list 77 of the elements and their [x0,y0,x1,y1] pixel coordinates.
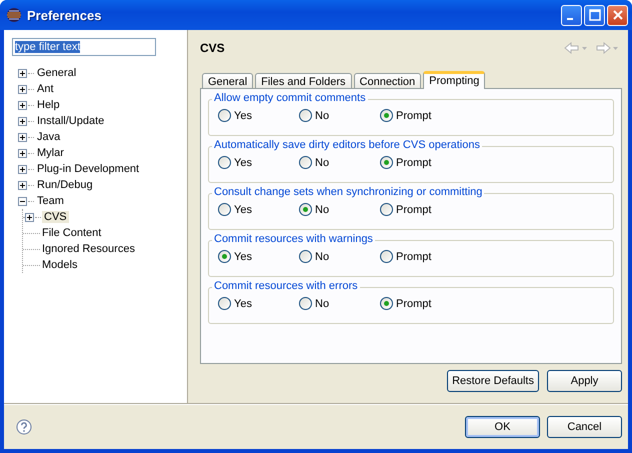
radio-button[interactable] [299,297,312,310]
tree-item[interactable]: Ignored Resources [40,243,137,255]
radio-label[interactable]: No [315,110,330,122]
dialog-button[interactable]: OK [465,416,540,438]
minimize-button[interactable] [561,4,582,26]
window-title: Preferences [27,8,102,22]
close-icon [612,9,624,21]
radio-label[interactable]: Prompt [396,204,432,216]
dialog-button[interactable]: Cancel [547,416,622,438]
filter-field[interactable]: type filter text [12,38,156,56]
radio-label[interactable]: No [315,250,330,262]
tree-item[interactable]: Run/Debug [35,179,95,191]
expand-icon[interactable] [18,148,27,158]
radio-label[interactable]: Prompt [396,156,432,168]
expand-icon[interactable] [18,116,27,126]
tree-item[interactable]: CVS [42,211,69,223]
tree-item[interactable]: Java [35,131,62,143]
tree-item[interactable]: Help [35,99,62,111]
radio-label[interactable]: Yes [234,250,252,262]
radio-button[interactable] [380,109,393,122]
radio-button[interactable] [299,156,312,169]
page-title: CVS [200,41,226,55]
radio-label[interactable]: No [315,298,330,310]
radio-button[interactable] [299,203,312,216]
tree-item[interactable]: Install/Update [35,115,106,127]
radio-label[interactable]: Prompt [396,250,432,262]
expand-icon[interactable] [18,84,27,94]
radio-label[interactable]: No [315,156,330,168]
expand-icon[interactable] [18,180,27,190]
group-title: Allow empty commit comments [212,92,368,104]
tree-item[interactable]: General [35,67,78,79]
radio-label[interactable]: Yes [234,156,252,168]
help-icon[interactable] [16,419,32,435]
expand-icon[interactable] [18,164,27,174]
radio-button[interactable] [380,297,393,310]
maximize-button[interactable] [584,4,605,26]
radio-label[interactable]: Prompt [396,110,432,122]
radio-button[interactable] [218,297,231,310]
tab[interactable]: Connection [354,73,422,88]
radio-button[interactable] [380,250,393,263]
radio-button[interactable] [380,203,393,216]
radio-button[interactable] [299,250,312,263]
radio-label[interactable]: Yes [234,298,252,310]
tree-item[interactable]: Plug-in Development [35,163,142,175]
radio-button[interactable] [218,109,231,122]
expand-icon[interactable] [18,68,27,78]
expand-icon[interactable] [18,132,27,142]
radio-label[interactable]: Yes [234,204,252,216]
radio-label[interactable]: Yes [234,110,252,122]
radio-button[interactable] [299,109,312,122]
radio-button[interactable] [218,250,231,263]
tree-item[interactable]: File Content [40,227,104,239]
minimize-icon [567,18,573,20]
app-icon [6,7,22,23]
expand-icon[interactable] [25,212,34,222]
maximize-icon [588,9,600,21]
radio-label[interactable]: Prompt [396,298,432,310]
radio-button[interactable] [380,156,393,169]
group-title: Commit resources with errors [212,280,360,292]
page-button[interactable]: Apply [547,370,622,392]
tab[interactable]: General [202,73,254,88]
tab[interactable]: Prompting [423,71,486,89]
tab[interactable]: Files and Folders [255,73,352,88]
tree-item[interactable]: Models [40,259,80,271]
expand-icon[interactable] [18,100,27,110]
tree-item[interactable]: Team [35,195,66,207]
tree-item[interactable]: Ant [35,83,56,95]
collapse-icon[interactable] [18,196,27,206]
radio-button[interactable] [218,156,231,169]
close-button[interactable] [607,4,628,26]
tree-item[interactable]: Mylar [35,147,66,159]
page-button[interactable]: Restore Defaults [447,370,539,392]
group-title: Automatically save dirty editors before CVS operations [212,139,482,151]
group-title: Consult change sets when synchronizing or committing [212,186,484,198]
radio-label[interactable]: No [315,204,330,216]
group-title: Commit resources with warnings [212,233,375,245]
radio-button[interactable] [218,203,231,216]
